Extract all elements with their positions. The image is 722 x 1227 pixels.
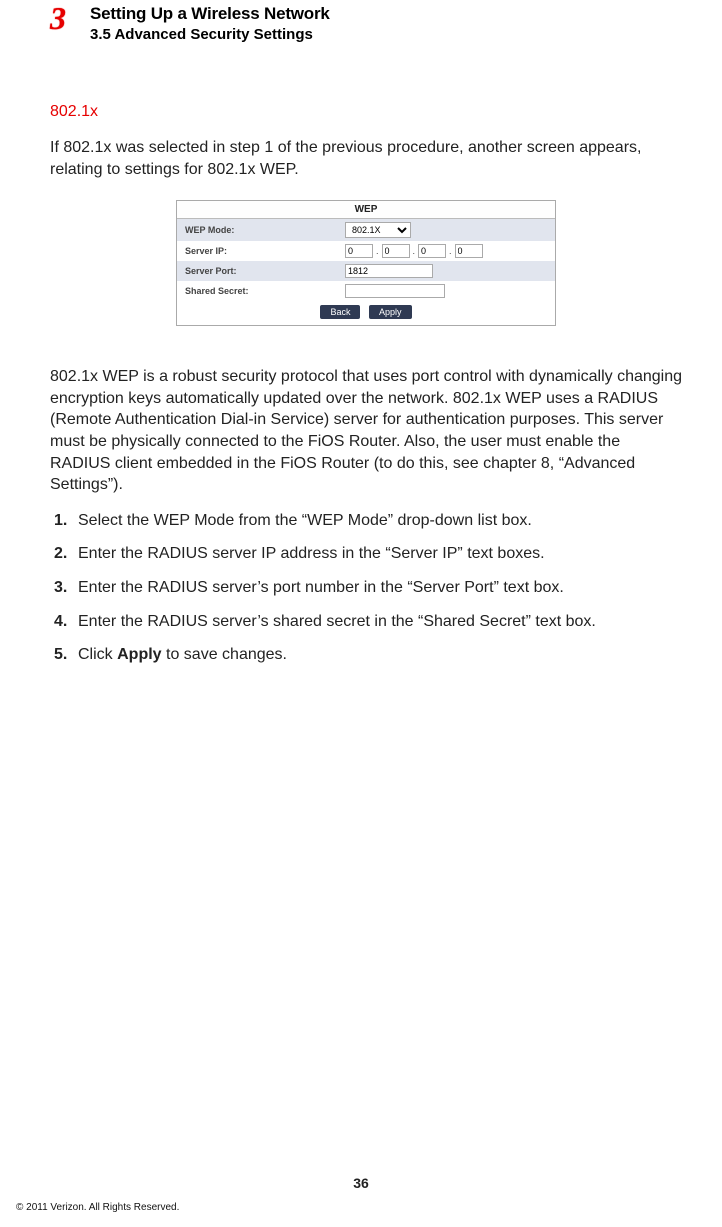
section-heading-8021x: 802.1x (50, 103, 682, 121)
copyright-text: © 2011 Verizon. All Rights Reserved. (16, 1202, 179, 1213)
server-port-label: Server Port: (185, 266, 345, 276)
shared-secret-label: Shared Secret: (185, 286, 345, 296)
server-ip-octet-2[interactable] (382, 244, 410, 258)
wep-panel-footer: Back Apply (177, 301, 555, 325)
page-number: 36 (0, 1175, 722, 1191)
chapter-number: 3 (50, 0, 66, 37)
step-text: Enter the RADIUS server’s port number in… (78, 577, 682, 599)
ip-dot: . (448, 246, 453, 256)
server-ip-octet-4[interactable] (455, 244, 483, 258)
wep-settings-panel: WEP WEP Mode: 802.1X Server IP: . . . (176, 200, 556, 326)
wep-mode-select[interactable]: 802.1X (345, 222, 411, 238)
steps-list: 1. Select the WEP Mode from the “WEP Mod… (50, 510, 682, 666)
wep-mode-label: WEP Mode: (185, 225, 345, 235)
step-number: 1. (54, 510, 78, 532)
wep-mode-row: WEP Mode: 802.1X (177, 219, 555, 241)
step-number: 5. (54, 644, 78, 666)
section-title: 3.5 Advanced Security Settings (90, 26, 682, 43)
shared-secret-input[interactable] (345, 284, 445, 298)
server-ip-octet-3[interactable] (418, 244, 446, 258)
back-button[interactable]: Back (320, 305, 360, 319)
chapter-title: Setting Up a Wireless Network (90, 4, 682, 24)
step-text: Select the WEP Mode from the “WEP Mode” … (78, 510, 682, 532)
list-item: 3. Enter the RADIUS server’s port number… (54, 577, 682, 599)
apply-bold: Apply (117, 646, 161, 663)
step-number: 2. (54, 543, 78, 565)
list-item: 5. Click Apply to save changes. (54, 644, 682, 666)
step-text: Enter the RADIUS server’s shared secret … (78, 611, 682, 633)
server-ip-octet-1[interactable] (345, 244, 373, 258)
wep-panel-title: WEP (177, 201, 555, 219)
list-item: 1. Select the WEP Mode from the “WEP Mod… (54, 510, 682, 532)
list-item: 4. Enter the RADIUS server’s shared secr… (54, 611, 682, 633)
apply-button[interactable]: Apply (369, 305, 412, 319)
step-text: Enter the RADIUS server IP address in th… (78, 543, 682, 565)
server-port-input[interactable] (345, 264, 433, 278)
step-text: Click Apply to save changes. (78, 644, 682, 666)
intro-paragraph: If 802.1x was selected in step 1 of the … (50, 137, 682, 180)
list-item: 2. Enter the RADIUS server IP address in… (54, 543, 682, 565)
explain-paragraph: 802.1x WEP is a robust security protocol… (50, 366, 682, 496)
shared-secret-row: Shared Secret: (177, 281, 555, 301)
chapter-header: 3 Setting Up a Wireless Network 3.5 Adva… (50, 4, 682, 43)
server-port-row: Server Port: (177, 261, 555, 281)
step-number: 3. (54, 577, 78, 599)
server-ip-row: Server IP: . . . (177, 241, 555, 261)
server-ip-label: Server IP: (185, 246, 345, 256)
ip-dot: . (375, 246, 380, 256)
step-number: 4. (54, 611, 78, 633)
ip-dot: . (412, 246, 417, 256)
